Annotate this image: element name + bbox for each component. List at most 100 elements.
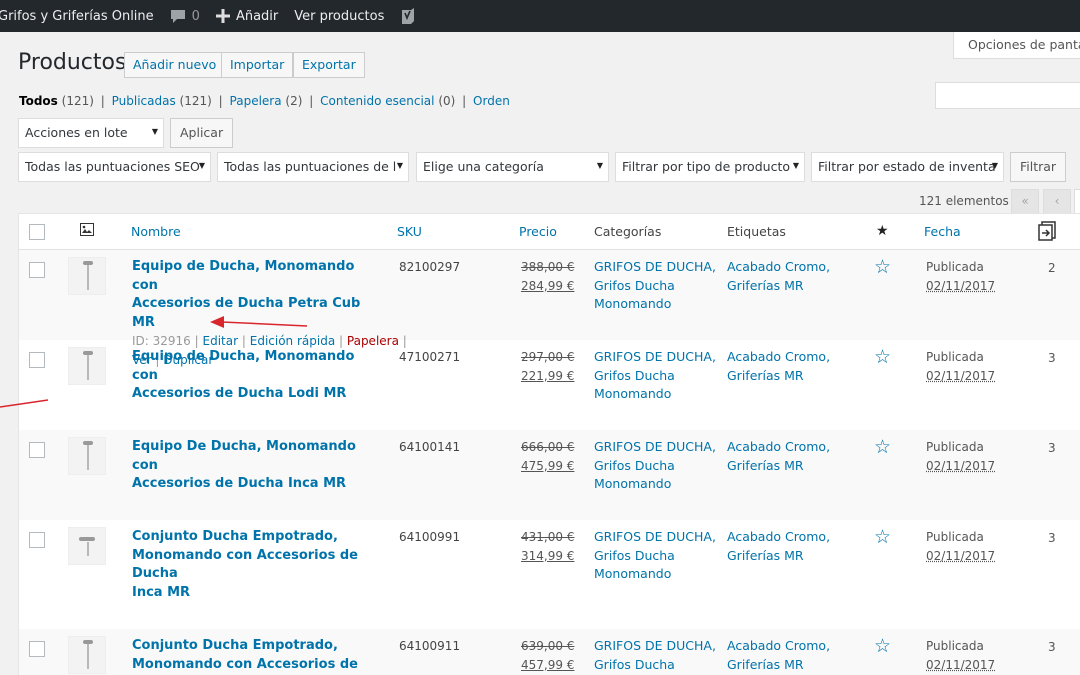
featured-star-icon[interactable]: ☆ xyxy=(874,346,891,368)
export-button[interactable]: Exportar xyxy=(293,52,365,78)
column-price[interactable]: Precio xyxy=(519,224,557,239)
categories-cell[interactable]: GRIFOS DE DUCHA, Grifos Ducha Monomando xyxy=(594,438,716,494)
category-filter[interactable]: Elige una categoría ▼ xyxy=(416,152,609,182)
sku-cell: 47100271 xyxy=(399,348,460,367)
seo-score-filter[interactable]: Todas las puntuaciones SEO ▼ xyxy=(18,152,211,182)
tags-cell[interactable]: Acabado Cromo, Griferías MR xyxy=(727,258,830,295)
prev-page-button[interactable]: ‹ xyxy=(1043,189,1071,215)
tags-cell[interactable]: Acabado Cromo, Griferías MR xyxy=(727,348,830,385)
categories-cell[interactable]: GRIFOS DE DUCHA, Grifos Ducha Monomando xyxy=(594,348,716,404)
date-cell: Publicada 02/11/2017 xyxy=(926,528,995,565)
product-thumbnail[interactable] xyxy=(68,347,106,385)
view-published-link[interactable]: Publicadas xyxy=(112,94,176,108)
screen-options-button[interactable]: Opciones de pantalla xyxy=(953,32,1080,59)
row-checkbox[interactable] xyxy=(29,532,45,548)
date-cell: Publicada 02/11/2017 xyxy=(926,637,995,674)
row-checkbox[interactable] xyxy=(29,352,45,368)
product-type-value: Filtrar por tipo de producto xyxy=(622,159,790,174)
site-name: Grifos y Griferías Online xyxy=(0,9,154,24)
comment-icon xyxy=(170,9,186,24)
screen-options-label: Opciones de pantalla xyxy=(968,37,1080,52)
table-row: Equipo de Ducha, Monomando con Accesorios… xyxy=(19,340,1080,430)
product-thumbnail[interactable] xyxy=(68,257,106,295)
tags-cell[interactable]: Acabado Cromo, Griferías MR xyxy=(727,438,830,475)
tags-cell[interactable]: Acabado Cromo, Griferías MR xyxy=(727,528,830,565)
regular-price: 297,00 € xyxy=(521,348,574,367)
view-essential-count: (0) xyxy=(438,94,455,108)
regular-price: 431,00 € xyxy=(521,528,574,547)
product-name-link[interactable]: Conjunto Ducha Empotrado, Monomando con A… xyxy=(132,528,382,602)
search-input[interactable] xyxy=(935,82,1080,109)
yoast-icon xyxy=(400,7,416,25)
column-sku[interactable]: SKU xyxy=(397,224,422,239)
view-essential-link[interactable]: Contenido esencial xyxy=(320,94,434,108)
featured-star-icon[interactable]: ★ xyxy=(876,223,889,239)
bulk-actions-select[interactable]: Acciones en lote ▼ xyxy=(18,118,164,148)
regular-price: 666,00 € xyxy=(521,438,574,457)
dropdown-arrow-icon: ▼ xyxy=(199,161,205,170)
row-checkbox[interactable] xyxy=(29,442,45,458)
view-products-link[interactable]: Ver productos xyxy=(286,0,392,32)
add-new-button[interactable]: Añadir nuevo xyxy=(124,52,225,78)
categories-cell[interactable]: GRIFOS DE DUCHA, Grifos Ducha Monomando xyxy=(594,528,716,584)
status-filter-links: Todos (121) | Publicadas (121) | Papeler… xyxy=(19,94,510,108)
product-name-link[interactable]: Equipo de Ducha, Monomando con Accesorios… xyxy=(132,348,382,404)
categories-cell[interactable]: GRIFOS DE DUCHA, Grifos Ducha xyxy=(594,637,716,674)
product-name-cell: Equipo De Ducha, Monomando con Accesorios… xyxy=(132,438,382,494)
table-row: Conjunto Ducha Empotrado, Monomando con A… xyxy=(19,520,1080,629)
date-cell: Publicada 02/11/2017 xyxy=(926,258,995,295)
apply-button[interactable]: Aplicar xyxy=(170,118,233,148)
view-trash-count: (2) xyxy=(285,94,302,108)
price-cell: 666,00 €475,99 € xyxy=(521,438,574,475)
product-thumbnail[interactable] xyxy=(68,527,106,565)
select-all-checkbox[interactable] xyxy=(29,224,45,240)
product-name-link[interactable]: Equipo de Ducha, Monomando con Accesorios… xyxy=(132,258,382,332)
row-checkbox[interactable] xyxy=(29,262,45,278)
column-type-icon xyxy=(1037,221,1057,244)
admin-bar: Grifos y Griferías Online 0 Añadir Ver p… xyxy=(0,0,1080,32)
featured-star-icon[interactable]: ☆ xyxy=(874,635,891,657)
readability-value: Todas las puntuaciones de l xyxy=(224,159,396,174)
bulk-actions-value: Acciones en lote xyxy=(25,125,128,140)
product-name-link[interactable]: Conjunto Ducha Empotrado, Monomando con A… xyxy=(132,637,382,675)
site-name-link[interactable]: Grifos y Griferías Online xyxy=(0,0,162,32)
product-thumbnail[interactable] xyxy=(68,636,106,674)
readability-filter[interactable]: Todas las puntuaciones de l ▼ xyxy=(217,152,409,182)
import-button[interactable]: Importar xyxy=(221,52,293,78)
categories-cell[interactable]: GRIFOS DE DUCHA, Grifos Ducha Monomando xyxy=(594,258,716,314)
filter-button[interactable]: Filtrar xyxy=(1010,152,1066,182)
view-published-count: (121) xyxy=(180,94,212,108)
menu-order: 3 xyxy=(1048,640,1056,654)
stock-status-filter[interactable]: Filtrar por estado de inventa ▼ xyxy=(811,152,1004,182)
view-order-link[interactable]: Orden xyxy=(473,94,510,108)
column-date[interactable]: Fecha xyxy=(924,224,961,239)
featured-star-icon[interactable]: ☆ xyxy=(874,436,891,458)
product-type-filter[interactable]: Filtrar por tipo de producto ▼ xyxy=(615,152,805,182)
page-number-input[interactable] xyxy=(1074,189,1080,215)
regular-price: 639,00 € xyxy=(521,637,574,656)
view-trash-link[interactable]: Papelera xyxy=(230,94,282,108)
table-row: Equipo de Ducha, Monomando con Accesorios… xyxy=(19,250,1080,340)
view-all-link[interactable]: Todos xyxy=(19,94,58,108)
featured-star-icon[interactable]: ☆ xyxy=(874,526,891,548)
column-name[interactable]: Nombre xyxy=(131,224,181,239)
separator: | xyxy=(309,94,313,108)
product-thumbnail[interactable] xyxy=(68,437,106,475)
separator: | xyxy=(462,94,466,108)
dropdown-arrow-icon: ▼ xyxy=(597,161,603,170)
first-page-button[interactable]: « xyxy=(1011,189,1039,215)
sale-price: 457,99 € xyxy=(521,656,574,675)
add-new-menu[interactable]: Añadir xyxy=(208,0,286,32)
tags-cell[interactable]: Acabado Cromo, Griferías MR xyxy=(727,637,830,674)
sale-price: 221,99 € xyxy=(521,367,574,386)
category-value: Elige una categoría xyxy=(423,159,544,174)
product-name-link[interactable]: Equipo De Ducha, Monomando con Accesorios… xyxy=(132,438,382,494)
yoast-menu[interactable] xyxy=(392,0,424,32)
date-cell: Publicada 02/11/2017 xyxy=(926,348,995,385)
comments-link[interactable]: 0 xyxy=(162,0,208,32)
sale-price: 284,99 € xyxy=(521,277,574,296)
row-checkbox[interactable] xyxy=(29,641,45,657)
separator: | xyxy=(219,94,223,108)
price-cell: 388,00 €284,99 € xyxy=(521,258,574,295)
featured-star-icon[interactable]: ☆ xyxy=(874,256,891,278)
